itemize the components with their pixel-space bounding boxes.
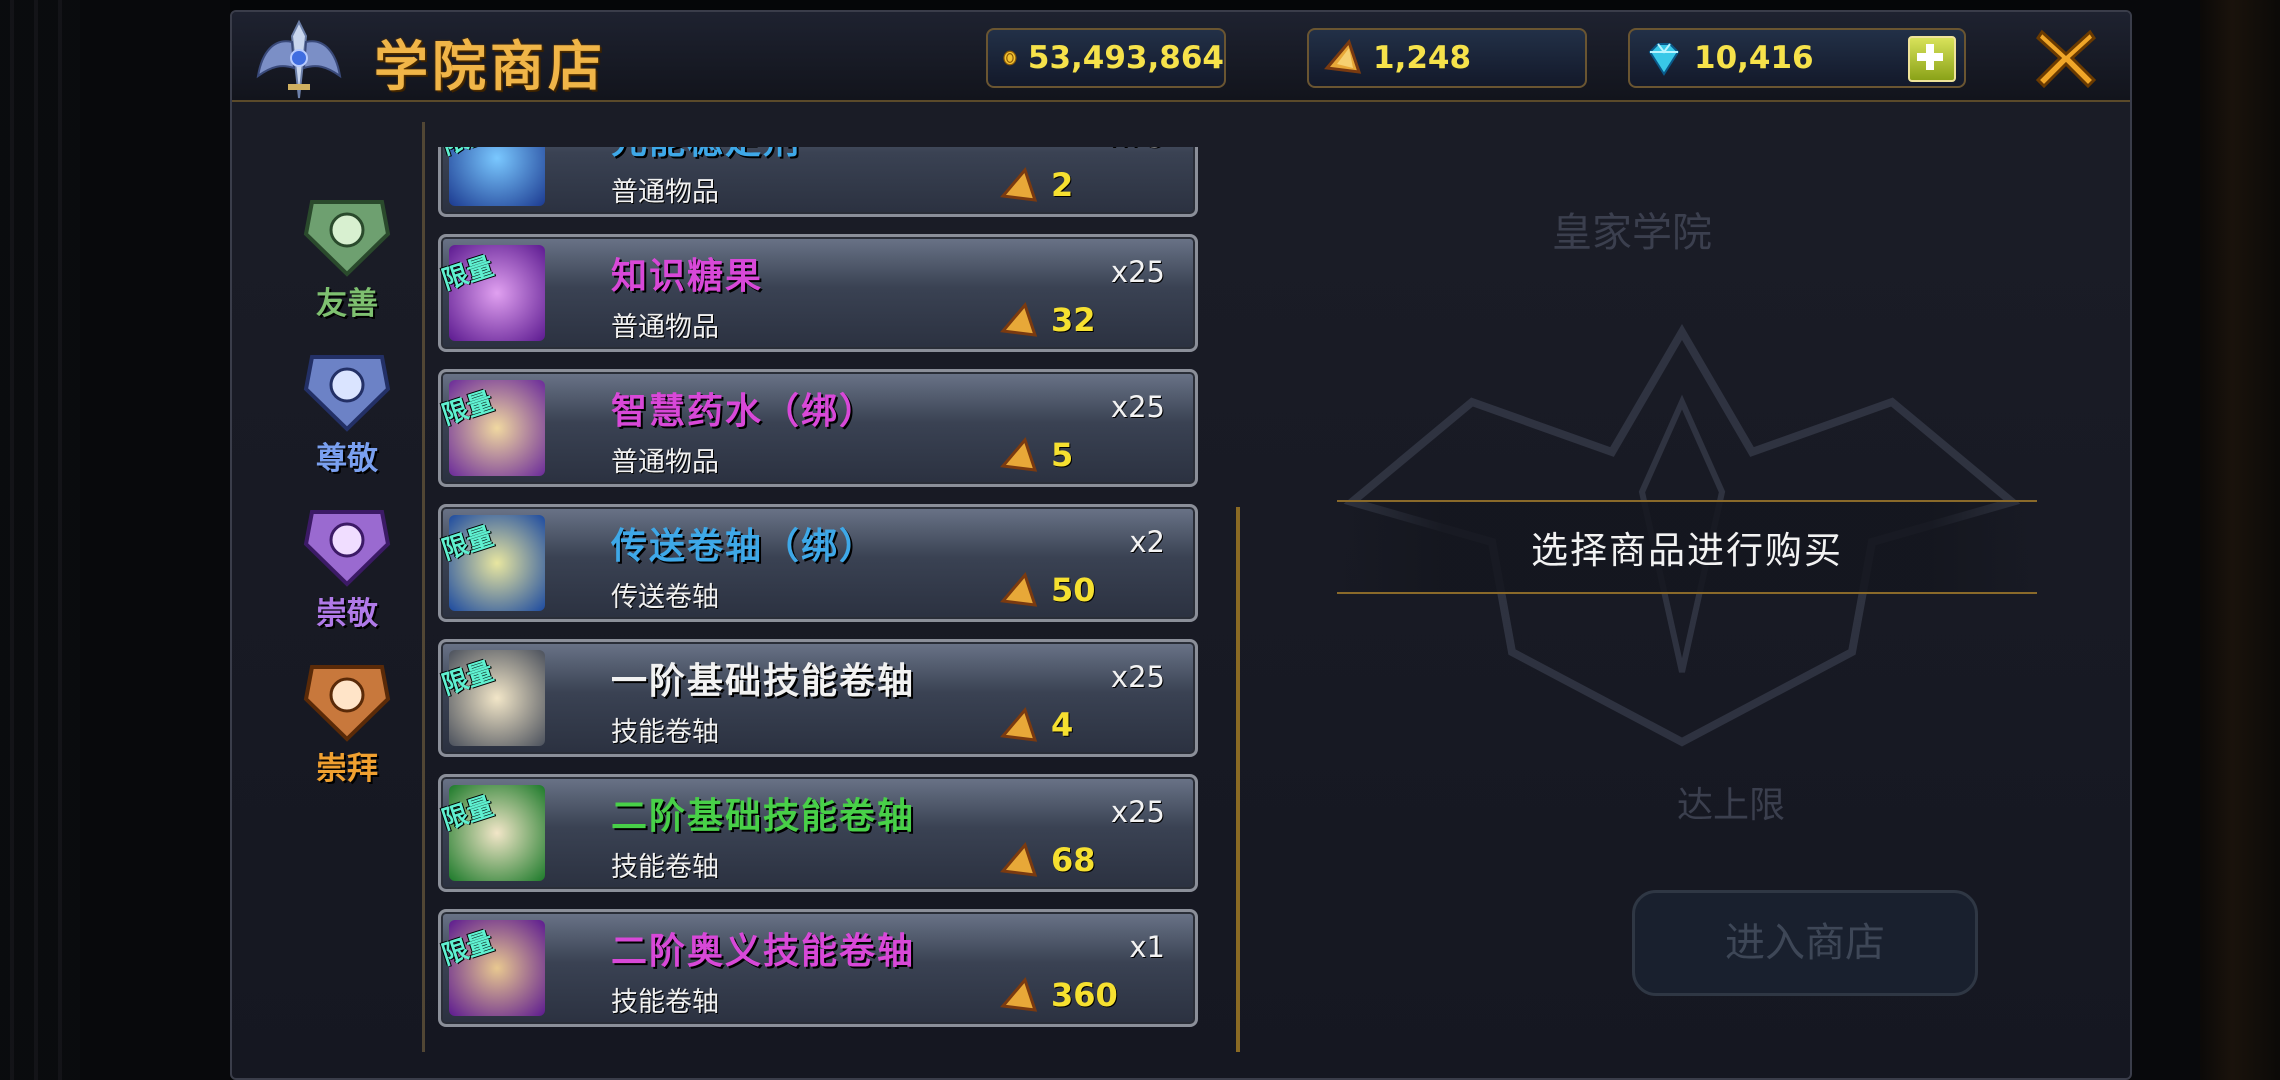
blue-badge-icon [303,355,391,432]
diamond-icon [1648,43,1680,76]
item-name: 知识糖果 [611,256,764,297]
limit-status: 达上限 [1677,785,1786,826]
item-category: 普通物品 [611,447,719,478]
item-name: 元能稳定剂 [611,147,801,164]
winged-sword-emblem-icon [256,19,342,99]
tab-label: 友善 [316,286,378,322]
scroll-indicator[interactable] [1236,507,1240,1052]
tab-label: 尊敬 [316,441,378,477]
enter-shop-button[interactable]: 进入商店 [1632,890,1978,996]
item-category: 普通物品 [611,177,719,208]
amber-crystal-icon [1000,301,1038,337]
item-price: 4 [1051,706,1074,744]
tab-label: 崇敬 [316,596,378,632]
list-item[interactable]: 限量 知识糖果 普通物品 x25 32 [438,234,1198,352]
item-price: 68 [1051,841,1096,879]
amber-crystal-icon [1000,436,1038,472]
crystal-amount: 1,248 [1373,40,1472,76]
item-quantity: x25 [1110,255,1165,289]
item-price: 32 [1051,301,1096,339]
item-name: 智慧药水（绑） [611,391,878,432]
gold-amount: 53,493,864 [1027,40,1224,76]
orange-badge-icon [303,665,391,742]
amber-crystal-icon [1000,166,1038,202]
close-button[interactable] [2032,24,2100,92]
item-name: 传送卷轴（绑） [611,526,878,567]
item-quantity: x1 [1129,930,1165,964]
crystal-display: 1,248 [1307,28,1587,88]
item-category: 技能卷轴 [611,852,719,883]
amber-crystal-icon [1000,571,1038,607]
item-category: 传送卷轴 [611,582,719,613]
list-item[interactable]: 限量 传送卷轴（绑） 传送卷轴 x2 50 [438,504,1198,622]
amber-crystal-icon [1000,841,1038,877]
item-quantity: x75 [1111,147,1165,154]
amber-crystal-icon [1000,706,1038,742]
item-price: 360 [1051,976,1118,1014]
item-price: 2 [1051,166,1074,204]
info-panel: 皇家学院 选择商品进行购买 达上限 进入商店 [1247,112,2127,1062]
item-category: 技能卷轴 [611,717,719,748]
item-category: 技能卷轴 [611,987,719,1018]
tab-friendly[interactable]: 友善 [272,192,422,332]
item-category: 普通物品 [611,312,719,343]
list-item[interactable]: 限量 一阶基础技能卷轴 技能卷轴 x25 4 [438,639,1198,757]
list-item[interactable]: 限量 二阶基础技能卷轴 技能卷轴 x25 68 [438,774,1198,892]
item-name: 二阶奥义技能卷轴 [611,931,916,972]
item-name: 二阶基础技能卷轴 [611,796,916,837]
tab-exalted[interactable]: 崇拜 [272,657,422,797]
item-price: 5 [1051,436,1074,474]
item-quantity: x25 [1110,660,1165,694]
tab-label: 崇拜 [316,751,378,787]
left-decoration [0,0,80,1080]
list-item[interactable]: 限量 智慧药水（绑） 普通物品 x25 5 [438,369,1198,487]
left-band [80,0,230,1080]
amber-crystal-icon [1324,38,1362,74]
green-badge-icon [303,200,391,277]
diamond-display: 10,416 [1628,28,1966,88]
select-prompt: 选择商品进行购买 [1531,529,1843,572]
tab-revered[interactable]: 崇敬 [272,502,422,642]
item-name: 一阶基础技能卷轴 [611,661,916,702]
item-quantity: x25 [1110,390,1165,424]
header-bar: 学院商店 53,493,864 1,248 10,416 [232,12,2130,102]
item-price: 50 [1051,571,1096,609]
plus-icon [1917,44,1943,70]
item-list[interactable]: 限量 元能稳定剂 普通物品 x75 2 限量 知识糖果 普通物品 x25 32 … [438,147,1208,1057]
purple-badge-icon [303,510,391,587]
tab-respected[interactable]: 尊敬 [272,347,422,487]
gold-display: 53,493,864 [986,28,1226,88]
shop-window: 学院商店 53,493,864 1,248 10,416 友善 尊敬 崇敬 崇拜… [230,10,2132,1080]
list-item[interactable]: 限量 二阶奥义技能卷轴 技能卷轴 x1 360 [438,909,1198,1027]
right-decoration [2200,0,2280,1080]
list-item[interactable]: 限量 元能稳定剂 普通物品 x75 2 [438,147,1198,217]
amber-crystal-icon [1000,976,1038,1012]
add-diamond-button[interactable] [1908,36,1956,82]
item-quantity: x2 [1129,525,1165,559]
prompt-banner: 选择商品进行购买 [1337,500,2037,594]
list-divider [422,122,425,1052]
item-quantity: x25 [1110,795,1165,829]
gold-coin-icon [1003,50,1017,66]
page-title: 学院商店 [374,35,606,98]
diamond-amount: 10,416 [1694,40,1814,76]
shop-name: 皇家学院 [1552,210,1712,256]
